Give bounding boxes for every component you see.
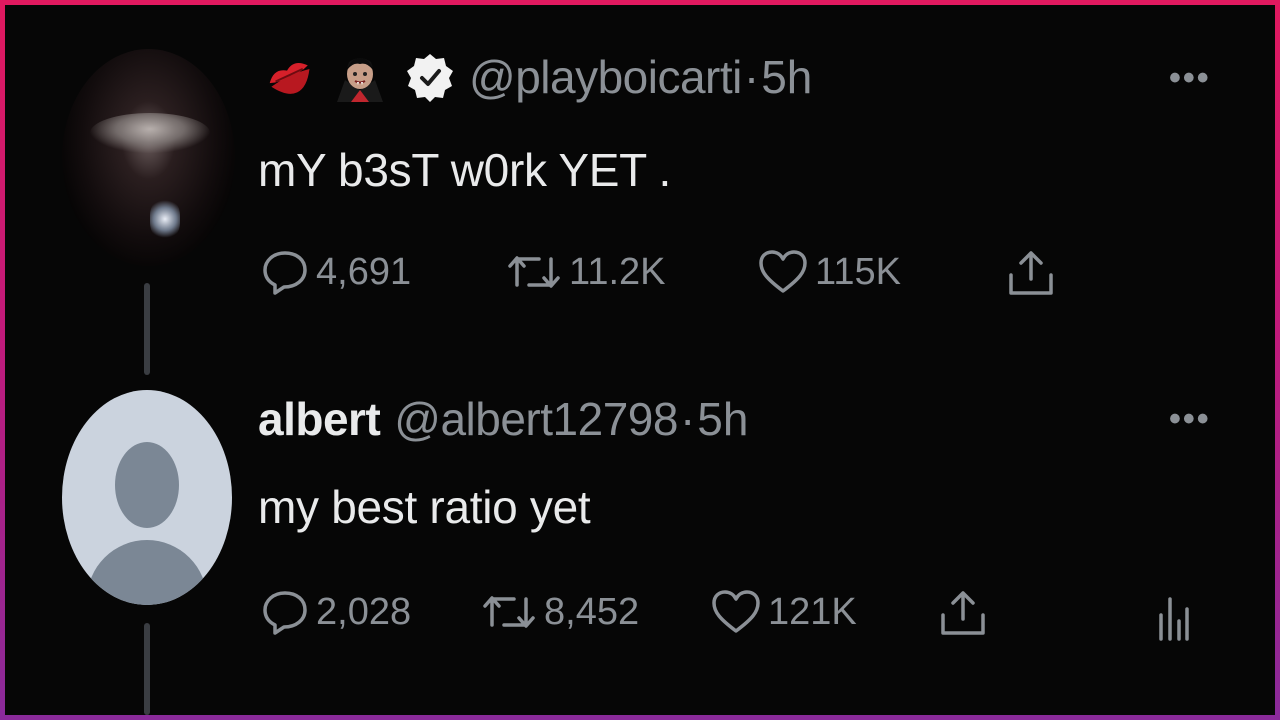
reply-button[interactable]: 2,028 [260, 587, 411, 637]
like-button[interactable]: 115K [757, 247, 901, 297]
more-options-button[interactable]: ••• [1169, 400, 1211, 439]
more-options-button[interactable]: ••• [1169, 59, 1211, 98]
vampire-icon [333, 50, 387, 104]
tweet-header: albert @albert12798 · 5h [258, 387, 748, 451]
share-button[interactable] [935, 585, 997, 641]
avatar-albert[interactable] [62, 390, 232, 605]
heart-icon [757, 247, 815, 297]
reply-count: 2,028 [316, 590, 412, 633]
separator-dot: · [679, 393, 696, 445]
share-icon [1003, 245, 1065, 301]
reply-icon [260, 587, 316, 637]
tweet-thread: @playboicarti · 5h ••• mY b3sT w0rk YET … [5, 5, 1275, 715]
tweet-header: @playboicarti · 5h [263, 45, 812, 109]
analytics-icon [1153, 585, 1199, 641]
retweet-icon [480, 587, 544, 637]
like-count: 115K [815, 250, 901, 293]
like-count: 121K [768, 590, 857, 633]
kiss-mark-icon [263, 50, 317, 104]
heart-icon [710, 587, 768, 637]
retweet-button[interactable]: 11.2K [505, 247, 665, 297]
reply-count: 4,691 [316, 250, 412, 293]
retweet-count: 11.2K [569, 250, 666, 293]
verified-badge-icon [403, 50, 457, 104]
retweet-icon [505, 247, 569, 297]
tweet-timestamp[interactable]: 5h [697, 392, 748, 446]
share-button[interactable] [1003, 245, 1065, 301]
author-handle[interactable]: @playboicarti [469, 50, 742, 104]
default-avatar-head [115, 442, 179, 528]
retweet-count: 8,452 [544, 590, 640, 633]
avatar-playboicarti[interactable] [62, 49, 235, 266]
author-handle[interactable]: @albert12798 [394, 392, 678, 446]
avatar-image-detail [90, 113, 210, 153]
default-avatar-body [87, 540, 207, 605]
tweet-text: mY b3sT w0rk YET . [258, 144, 672, 196]
avatar-image-detail [150, 199, 180, 239]
author-name[interactable]: albert [258, 392, 381, 446]
reply-icon [260, 247, 316, 297]
thread-connector-line [144, 623, 150, 715]
retweet-button[interactable]: 8,452 [480, 587, 639, 637]
like-button[interactable]: 121K [710, 587, 857, 637]
share-icon [935, 585, 997, 641]
separator-dot: · [743, 51, 760, 103]
tweet-text: my best ratio yet [258, 481, 591, 533]
thread-connector-line [144, 283, 150, 375]
tweet-timestamp[interactable]: 5h [761, 50, 812, 104]
reply-button[interactable]: 4,691 [260, 247, 411, 297]
analytics-button[interactable] [1153, 585, 1199, 641]
